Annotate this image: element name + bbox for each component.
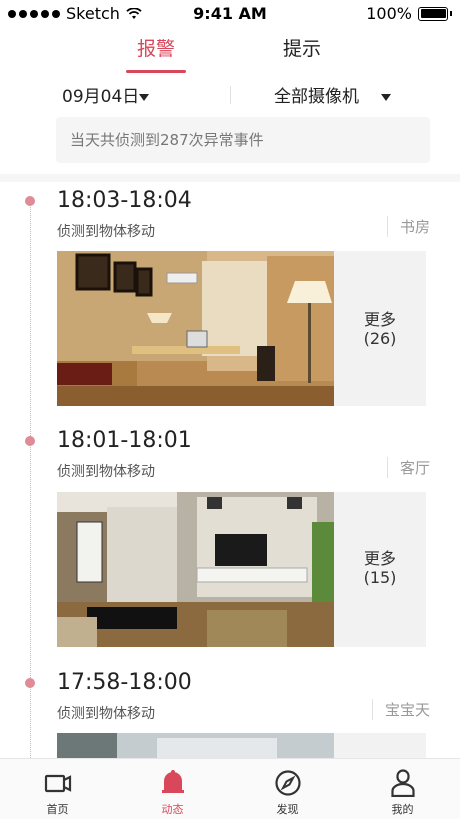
nav-home-label: 首页: [46, 803, 69, 816]
person-icon: [391, 769, 415, 797]
date-value: 09月04日: [62, 87, 140, 107]
timeline-line: [30, 200, 31, 760]
more-button[interactable]: [334, 733, 426, 758]
battery-area: 100%: [366, 4, 452, 23]
more-button[interactable]: 更多 (15): [334, 492, 426, 647]
camera-value: 全部摄像机: [274, 87, 359, 107]
active-tab-indicator: [126, 70, 186, 73]
event-time: 18:01-18:01: [57, 428, 192, 453]
nav-profile-label: 我的: [391, 803, 414, 816]
nav-activity[interactable]: 动态: [115, 759, 230, 819]
caret-down-icon: [139, 93, 150, 101]
timeline-dot: [25, 436, 35, 446]
status-bar: Sketch 9:41 AM 100%: [0, 0, 460, 28]
event-time: 18:03-18:04: [57, 188, 192, 213]
event-location: 宝宝天: [371, 699, 430, 720]
caret-down-icon: [381, 93, 391, 101]
bottom-tab-bar: 首页 动态 发现 我的: [0, 758, 460, 819]
nav-activity-label: 动态: [161, 803, 184, 816]
summary-text: 当天共侦测到287次异常事件: [70, 131, 264, 149]
event-snapshot[interactable]: [57, 492, 334, 647]
filter-bar: 09月04日 全部摄像机: [0, 78, 460, 110]
summary-banner: 当天共侦测到287次异常事件: [56, 117, 430, 163]
event-location: 客厅: [386, 457, 430, 478]
section-divider: [0, 174, 460, 182]
tab-notice[interactable]: 提示: [262, 34, 342, 61]
camera-icon: [44, 774, 72, 793]
tab-alarm[interactable]: 报警: [116, 34, 196, 61]
more-count: (26): [363, 329, 397, 348]
event-description: 侦测到物体移动: [57, 464, 155, 480]
battery-icon: [418, 6, 448, 21]
nav-home[interactable]: 首页: [0, 759, 115, 819]
more-label: 更多: [363, 549, 396, 568]
bell-icon: [162, 770, 184, 793]
camera-selector[interactable]: 全部摄像机: [274, 82, 391, 107]
timeline-dot: [25, 196, 35, 206]
filter-divider: [230, 86, 231, 104]
battery-percent: 100%: [366, 4, 412, 23]
nursery-image: [57, 733, 334, 758]
event-time: 17:58-18:00: [57, 670, 192, 695]
event-snapshot[interactable]: [57, 251, 334, 406]
nav-discover-label: 发现: [276, 803, 299, 816]
segment-tabs: 报警 提示: [0, 30, 460, 73]
more-count: (15): [363, 568, 397, 587]
event-description: 侦测到物体移动: [57, 706, 155, 722]
timeline-dot: [25, 678, 35, 688]
compass-icon: [275, 770, 301, 796]
more-label: 更多: [363, 310, 396, 329]
event-location: 书房: [386, 216, 430, 237]
living-room-image: [57, 492, 334, 647]
event-snapshot[interactable]: [57, 733, 334, 758]
event-description: 侦测到物体移动: [57, 224, 155, 240]
nav-discover[interactable]: 发现: [230, 759, 345, 819]
date-selector[interactable]: 09月04日: [62, 82, 150, 107]
more-button[interactable]: 更多 (26): [334, 251, 426, 406]
nav-profile[interactable]: 我的: [345, 759, 460, 819]
study-room-image: [57, 251, 334, 406]
